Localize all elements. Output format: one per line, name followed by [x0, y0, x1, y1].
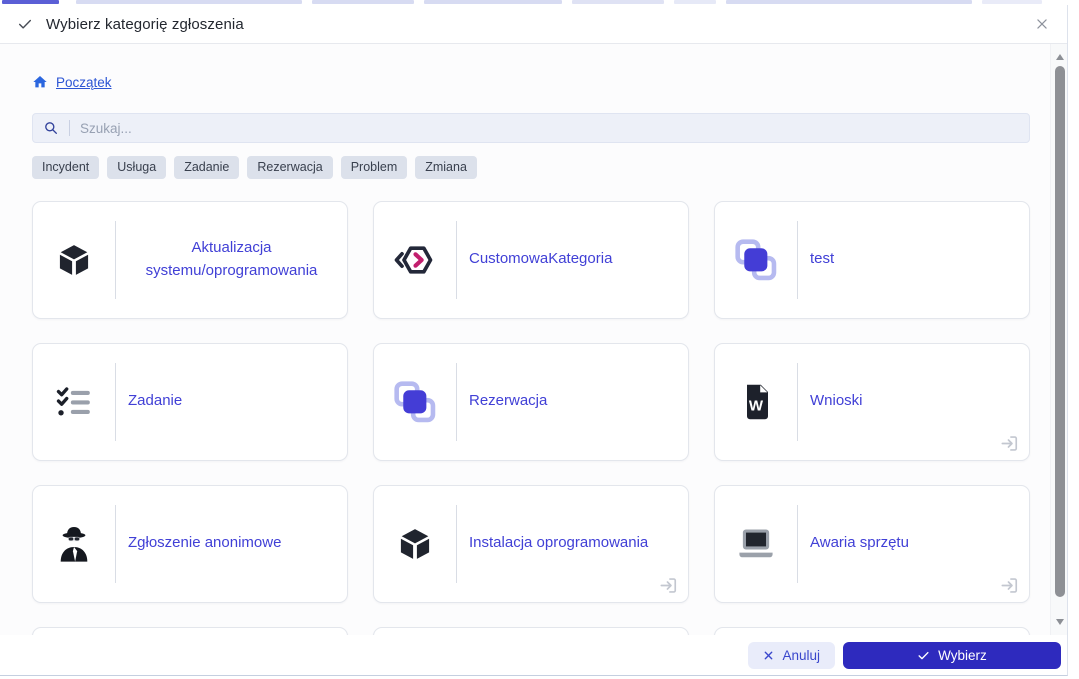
- svg-text:W: W: [749, 397, 764, 414]
- enter-arrow-icon: [999, 433, 1020, 454]
- category-card[interactable]: W Wnioski: [714, 342, 1030, 461]
- software-box-icon: [374, 525, 456, 563]
- category-card[interactable]: CustomowaKategoria: [373, 200, 689, 319]
- vertical-scrollbar[interactable]: [1050, 44, 1067, 635]
- category-card[interactable]: Awaria sprzętu: [714, 484, 1030, 603]
- search-bar: [32, 113, 1030, 143]
- filter-chip-problem[interactable]: Problem: [340, 156, 408, 179]
- overlapping-squares-icon: [374, 380, 456, 424]
- check-icon: [917, 649, 930, 662]
- cancel-button[interactable]: Anuluj: [748, 641, 835, 669]
- close-x-icon: [763, 650, 774, 661]
- category-card[interactable]: Rezerwacja: [373, 342, 689, 461]
- filter-chip-zmiana[interactable]: Zmiana: [415, 156, 477, 179]
- close-icon[interactable]: [1033, 15, 1051, 33]
- category-label: Aktualizacja systemu/oprogramowania: [145, 239, 318, 279]
- breadcrumb: Początek: [32, 72, 1018, 92]
- category-label: Rezerwacja: [469, 392, 548, 410]
- dialog-header: Wybierz kategorię zgłoszenia: [0, 5, 1067, 44]
- category-label: test: [810, 250, 835, 268]
- category-grid: Aktualizacja systemu/oprogramowania Custo…: [32, 200, 1030, 635]
- category-card[interactable]: Zgłoszenie anonimowe: [32, 484, 348, 603]
- category-label: Wnioski: [810, 392, 863, 410]
- software-box-icon: [33, 241, 115, 279]
- home-icon: [32, 74, 48, 90]
- filter-chip-usługa[interactable]: Usługa: [107, 156, 167, 179]
- dialog-body: Początek Incydent Usługa Zadanie Rezerwacja…: [0, 44, 1067, 635]
- search-divider: [69, 120, 70, 136]
- overlapping-squares-icon: [715, 238, 797, 282]
- enter-arrow-icon: [999, 575, 1020, 596]
- scrollbar-down-arrow-icon[interactable]: [1051, 615, 1067, 629]
- dialog-title: Wybierz kategorię zgłoszenia: [46, 15, 244, 33]
- category-card-partial[interactable]: [373, 626, 689, 635]
- category-label: Zadanie: [128, 392, 183, 410]
- laptop-icon: [715, 525, 797, 563]
- filter-chip-zadanie[interactable]: Zadanie: [174, 156, 240, 179]
- confirm-button[interactable]: Wybierz: [843, 641, 1061, 669]
- category-label: Instalacja oprogramowania: [469, 534, 649, 552]
- confirm-button-label: Wybierz: [938, 647, 987, 663]
- check-icon: [17, 16, 33, 32]
- breadcrumb-home-link[interactable]: Początek: [56, 75, 112, 90]
- category-card[interactable]: Aktualizacja systemu/oprogramowania: [32, 200, 348, 319]
- category-label: Zgłoszenie anonimowe: [128, 534, 282, 552]
- checklist-icon: [33, 383, 115, 421]
- dialog-footer: Anuluj Wybierz: [0, 635, 1067, 675]
- category-card-partial[interactable]: [714, 626, 1030, 635]
- search-icon: [43, 120, 59, 136]
- category-label: CustomowaKategoria: [469, 250, 613, 268]
- word-document-icon: W: [715, 382, 797, 422]
- filter-chip-incydent[interactable]: Incydent: [32, 156, 100, 179]
- category-card[interactable]: test: [714, 200, 1030, 319]
- cancel-button-label: Anuluj: [782, 647, 820, 663]
- search-input[interactable]: [80, 120, 1019, 136]
- scrollbar-thumb[interactable]: [1054, 66, 1065, 597]
- category-card[interactable]: Instalacja oprogramowania: [373, 484, 689, 603]
- code-hexagon-icon: [374, 240, 456, 280]
- category-card-partial[interactable]: [32, 626, 348, 635]
- filter-chips: Incydent Usługa Zadanie Rezerwacja Problem Zm…: [32, 156, 1018, 179]
- enter-arrow-icon: [658, 575, 679, 596]
- scrollbar-up-arrow-icon[interactable]: [1051, 50, 1067, 64]
- choose-category-dialog: Wybierz kategorię zgłoszenia Początek In…: [0, 5, 1068, 676]
- category-card[interactable]: Zadanie: [32, 342, 348, 461]
- category-label: Awaria sprzętu: [810, 534, 909, 552]
- filter-chip-rezerwacja[interactable]: Rezerwacja: [247, 156, 333, 179]
- spy-icon: [33, 524, 115, 564]
